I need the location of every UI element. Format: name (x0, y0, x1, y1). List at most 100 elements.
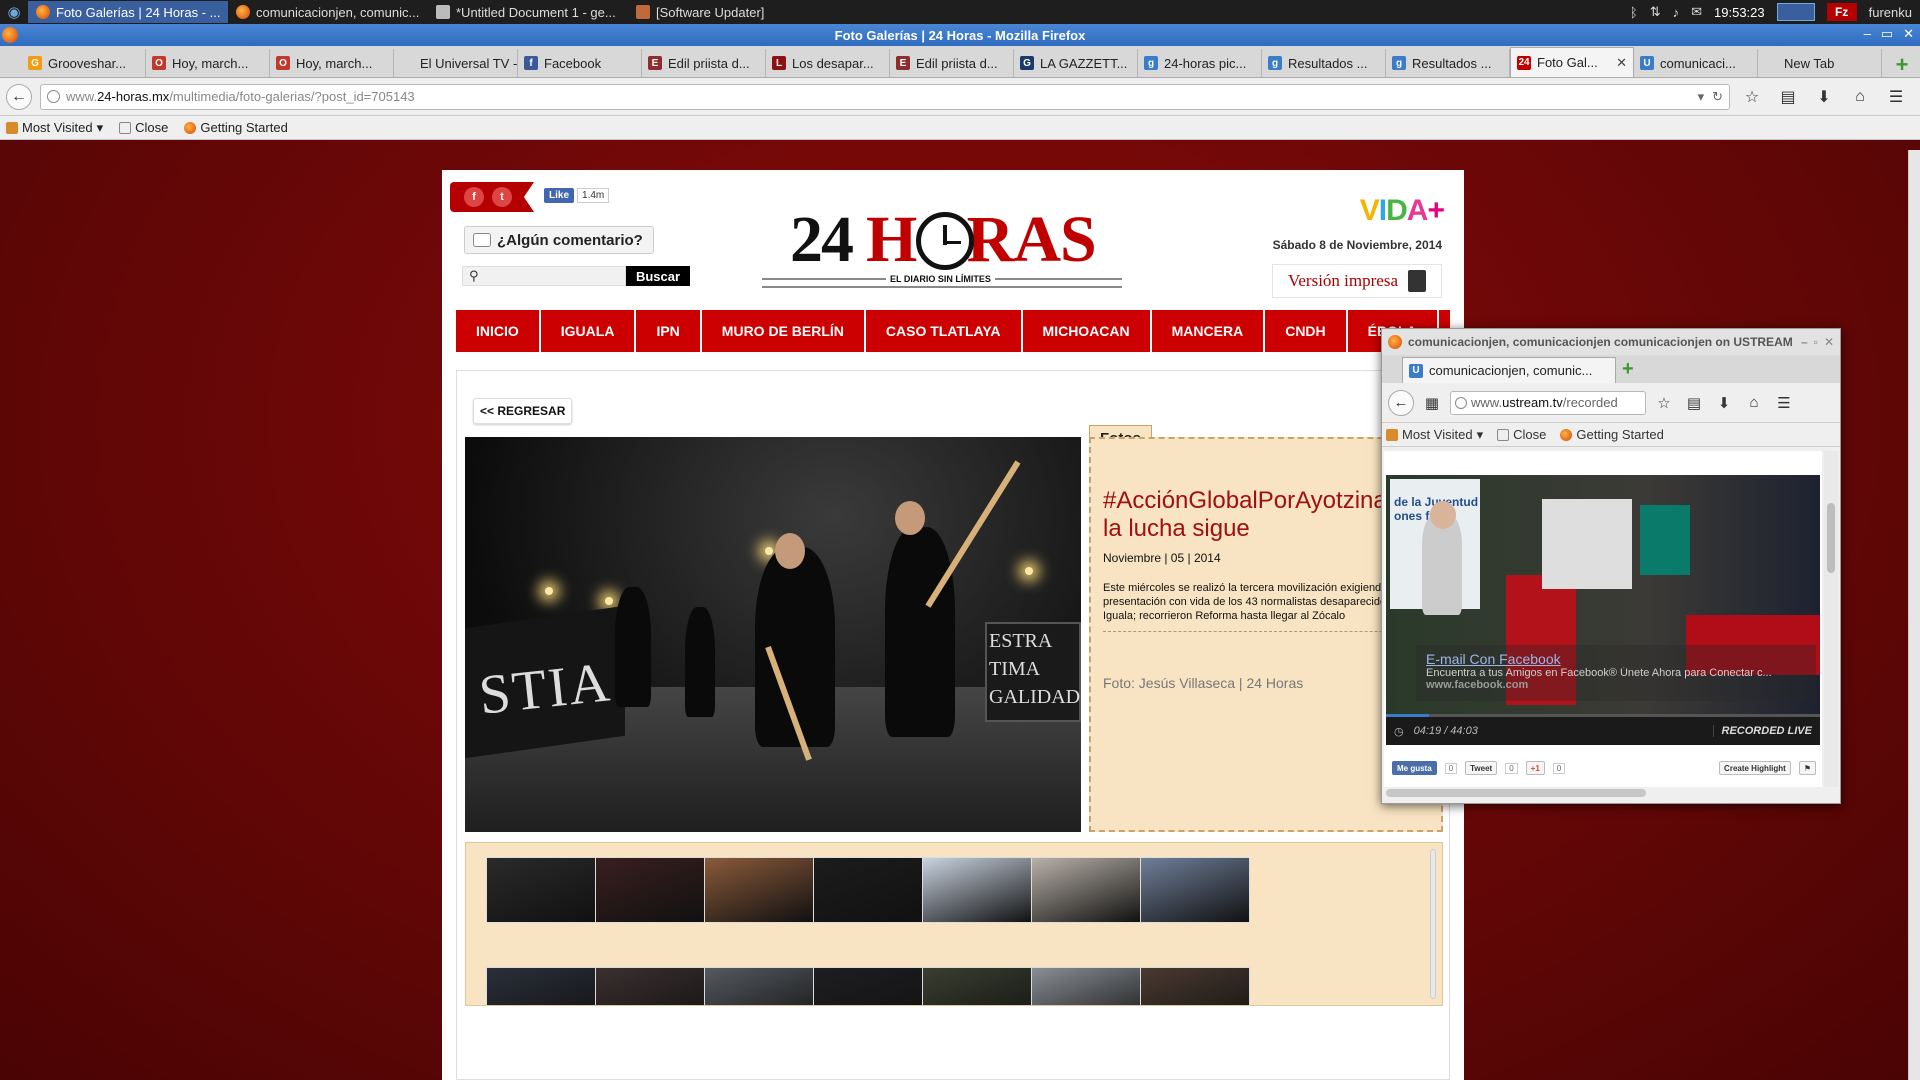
menu-item[interactable]: IPN (636, 310, 702, 352)
menu-item[interactable]: MICHOACAN (1023, 310, 1152, 352)
create-highlight-button[interactable]: Create Highlight (1719, 761, 1791, 775)
menu-item[interactable]: IGUALA (541, 310, 637, 352)
vida-plus-link[interactable]: VIDA+ (1360, 194, 1445, 228)
menu-item[interactable]: MANCERA (1152, 310, 1266, 352)
thumbnail-scrollbar[interactable] (1430, 849, 1436, 999)
gallery-main-photo[interactable]: STIA ESTRA TIMA GALIDAD (465, 437, 1081, 832)
volume-icon[interactable]: ♪ (1673, 5, 1680, 20)
browser-tab[interactable]: G LA GAZZETT... (1014, 49, 1138, 77)
maximize-icon[interactable]: ▭ (1881, 26, 1893, 42)
gallery-thumbnail[interactable] (595, 967, 705, 1005)
gallery-thumbnail[interactable] (813, 857, 923, 923)
gallery-thumbnail[interactable] (813, 967, 923, 1005)
tweet-button[interactable]: Tweet (1465, 761, 1498, 775)
popup-vertical-scrollbar[interactable] (1824, 451, 1838, 787)
menu-icon[interactable]: ☰ (1882, 83, 1910, 111)
gallery-thumbnail[interactable] (486, 967, 596, 1005)
facebook-icon[interactable]: f (464, 187, 484, 207)
menu-item[interactable]: CASO TLATLAYA (866, 310, 1023, 352)
reading-list-icon[interactable]: ▤ (1682, 391, 1706, 415)
browser-tab[interactable]: 24 Foto Gal... ✕ (1510, 47, 1634, 77)
browser-tab[interactable]: New Tab (1758, 49, 1882, 77)
url-bar[interactable]: www.24-horas.mx/multimedia/foto-galerias… (40, 83, 1730, 110)
minimize-icon[interactable]: – (1801, 335, 1808, 349)
browser-tab[interactable]: L Los desapar... (766, 49, 890, 77)
browser-tab[interactable]: O Hoy, march... (270, 49, 394, 77)
menu-icon[interactable]: ☰ (1772, 391, 1796, 415)
bookmark-getting-started[interactable]: Getting Started (184, 120, 288, 135)
gallery-thumbnail[interactable] (1031, 967, 1141, 1005)
task-software-updater[interactable]: [Software Updater] (628, 1, 828, 23)
back-button[interactable]: ← (6, 83, 32, 110)
scrollbar-thumb[interactable] (1827, 503, 1835, 573)
video-player[interactable]: de la Juventud ones futu E-mail Con Face… (1386, 475, 1820, 717)
bookmark-getting-started[interactable]: Getting Started (1560, 427, 1664, 442)
browser-tab[interactable]: E Edil priista d... (890, 49, 1014, 77)
gallery-thumbnail[interactable] (1140, 857, 1250, 923)
twitter-icon[interactable]: t (492, 187, 512, 207)
popup-url-bar[interactable]: www.ustream.tv/recorded (1450, 390, 1646, 415)
browser-tab[interactable]: El Universal TV -... (394, 49, 518, 77)
flag-icon[interactable]: ⚑ (1798, 761, 1816, 775)
bookmark-most-visited[interactable]: Most Visited ▾ (6, 120, 103, 136)
browser-tab[interactable]: g 24-horas pic... (1138, 49, 1262, 77)
bookmark-close[interactable]: Close (119, 120, 168, 135)
menu-item[interactable]: CNDH (1265, 310, 1348, 352)
home-icon[interactable]: ⌂ (1846, 83, 1874, 111)
browser-tab[interactable]: Ucomunicaci... (1634, 49, 1758, 77)
site-search-input[interactable]: ⚲ (462, 266, 626, 286)
menu-item[interactable]: MURO DE BERLÍN (702, 310, 866, 352)
close-tab-icon[interactable]: ✕ (1616, 55, 1627, 71)
workspace-switcher[interactable] (1776, 3, 1815, 21)
gallery-thumbnail[interactable] (704, 857, 814, 923)
page-scrollbar[interactable] (1908, 150, 1920, 1080)
scrollbar-thumb[interactable] (1386, 789, 1646, 797)
reload-icon[interactable]: ↻ (1712, 89, 1723, 105)
browser-tab[interactable]: G Grooveshar... (22, 49, 146, 77)
gallery-thumbnail[interactable] (486, 857, 596, 923)
minimize-icon[interactable]: – (1864, 26, 1871, 42)
downloads-icon[interactable]: ⬇ (1712, 391, 1736, 415)
mail-icon[interactable]: ✉ (1691, 4, 1702, 20)
filezilla-icon[interactable]: Fz (1826, 3, 1857, 21)
user-name[interactable]: furenku (1869, 5, 1912, 20)
gallery-thumbnail[interactable] (922, 967, 1032, 1005)
reading-list-icon[interactable]: ▤ (1774, 83, 1802, 111)
video-ad-overlay[interactable]: E-mail Con Facebook Encuentra a tus Amig… (1416, 645, 1816, 701)
task-foto-galerias[interactable]: Foto Galerías | 24 Horas - ... (28, 1, 228, 23)
downloads-icon[interactable]: ⬇ (1810, 83, 1838, 111)
close-window-icon[interactable]: ✕ (1903, 26, 1914, 42)
bookmark-star-icon[interactable]: ☆ (1652, 391, 1676, 415)
facebook-like-button[interactable]: Me gusta (1392, 761, 1437, 775)
close-window-icon[interactable]: ✕ (1824, 335, 1834, 349)
comment-button[interactable]: ¿Algún comentario? (464, 226, 654, 254)
gallery-thumbnail[interactable] (922, 857, 1032, 923)
browser-tab[interactable]: g Resultados ... (1262, 49, 1386, 77)
task-untitled-document[interactable]: *Untitled Document 1 - ge... (428, 1, 628, 23)
print-version-link[interactable]: Versión impresa (1272, 264, 1442, 298)
menu-item[interactable]: INICIO (456, 310, 541, 352)
gallery-thumbnail[interactable] (595, 857, 705, 923)
new-tab-icon[interactable]: + (1890, 52, 1914, 77)
bookmark-close[interactable]: Close (1497, 427, 1546, 442)
back-button[interactable]: ← (1388, 389, 1414, 416)
site-logo[interactable]: 24 HORAS EL DIARIO SIN LÍMITES (762, 202, 1122, 288)
app-menu-icon[interactable]: ◉ (0, 0, 28, 24)
bookmark-star-icon[interactable]: ☆ (1738, 83, 1766, 111)
gallery-thumbnail[interactable] (1031, 857, 1141, 923)
network-icon[interactable]: ⇅ (1650, 4, 1661, 20)
like-button[interactable]: Like (544, 188, 575, 203)
browser-tab[interactable]: g Resultados ... (1386, 49, 1510, 77)
bookmark-most-visited[interactable]: Most Visited ▾ (1386, 427, 1483, 443)
popup-horizontal-scrollbar[interactable] (1386, 789, 1816, 799)
ad-title[interactable]: E-mail Con Facebook (1426, 651, 1806, 667)
ad-url[interactable]: www.facebook.com (1426, 679, 1806, 691)
page-icon[interactable]: ▦ (1420, 391, 1444, 415)
browser-tab[interactable]: E Edil priista d... (642, 49, 766, 77)
back-link-button[interactable]: << REGRESAR (473, 398, 573, 424)
browser-tab[interactable]: O Hoy, march... (146, 49, 270, 77)
url-dropdown-icon[interactable]: ▾ (1698, 89, 1705, 105)
search-button[interactable]: Buscar (626, 266, 690, 286)
gallery-thumbnail[interactable] (1140, 967, 1250, 1005)
browser-tab[interactable]: f Facebook (518, 49, 642, 77)
